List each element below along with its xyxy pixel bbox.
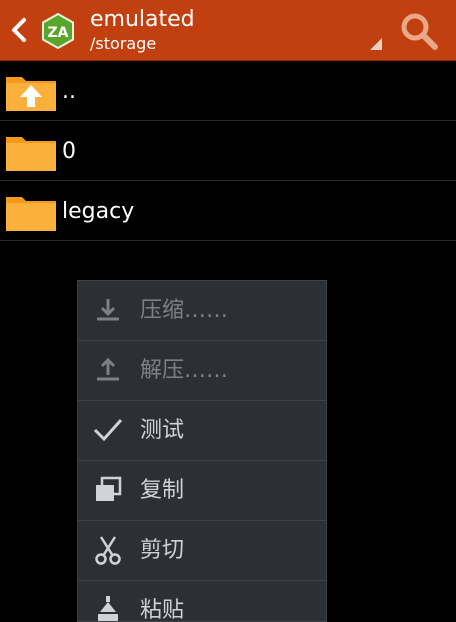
file-name: legacy — [62, 199, 135, 224]
download-arrow-icon — [97, 299, 119, 321]
checkmark-icon — [93, 418, 123, 442]
folder-up-icon — [6, 77, 56, 111]
svg-text:ZA: ZA — [48, 25, 69, 41]
chevron-left-icon[interactable] — [8, 14, 30, 46]
menu-item-extract[interactable]: 解压…… — [78, 341, 326, 401]
folder-icon — [6, 137, 56, 171]
menu-item-label: 剪切 — [140, 538, 185, 563]
zarchiver-logo-icon[interactable]: ZA — [40, 13, 76, 49]
menu-item-label: 压缩…… — [140, 298, 229, 323]
dropdown-triangle-icon[interactable] — [368, 38, 382, 50]
action-bar: ZA emulated /storage — [0, 0, 456, 61]
file-row-parent[interactable]: .. — [0, 61, 456, 121]
menu-item-label: 测试 — [140, 418, 185, 443]
title-group[interactable]: emulated /storage — [90, 6, 195, 54]
file-name: .. — [62, 79, 76, 104]
title: emulated — [90, 7, 195, 32]
copy-icon — [96, 476, 122, 501]
menu-item-compress[interactable]: 压缩…… — [78, 281, 326, 341]
paste-icon — [98, 596, 118, 621]
file-list: .. 0 legacy — [0, 61, 456, 241]
menu-item-cut[interactable]: 剪切 — [78, 521, 326, 581]
menu-item-label: 粘贴 — [140, 598, 185, 622]
search-icon[interactable] — [398, 10, 440, 52]
menu-item-label: 解压…… — [140, 358, 229, 383]
folder-icon — [6, 197, 56, 231]
menu-item-paste[interactable]: 粘贴 — [78, 581, 326, 622]
context-menu: 压缩…… 解压…… 测试 复制 剪切 粘贴 — [77, 280, 327, 622]
upload-arrow-icon — [97, 357, 119, 381]
file-row-0[interactable]: 0 — [0, 121, 456, 181]
scissors-icon — [95, 536, 121, 565]
menu-item-label: 复制 — [140, 478, 185, 503]
menu-item-copy[interactable]: 复制 — [78, 461, 326, 521]
file-row-legacy[interactable]: legacy — [0, 181, 456, 241]
path-subtitle: /storage — [90, 34, 157, 53]
menu-item-test[interactable]: 测试 — [78, 401, 326, 461]
file-name: 0 — [62, 139, 76, 164]
